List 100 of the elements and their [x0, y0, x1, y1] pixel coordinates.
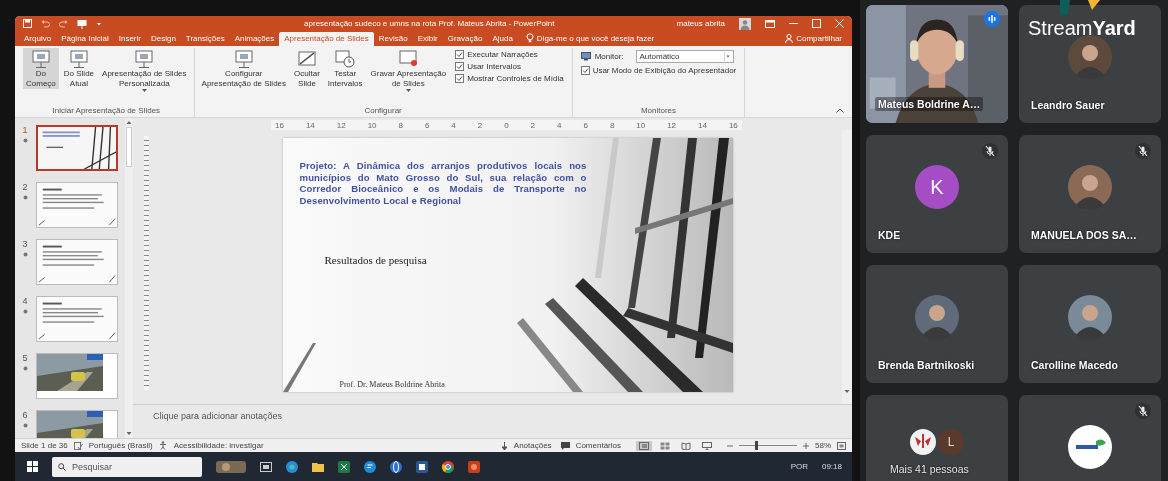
slide-title: Projeto: A Dinâmica dos arranjos produtivos locais nos municípios do Mato Grosso do Sul, sua relação com o Corredor Bioceânico e os Modais de Transporte no Desenvolvimento Local e Regional: [299, 160, 587, 206]
document-app-icon[interactable]: [416, 460, 428, 473]
slide-thumbnail[interactable]: [36, 182, 118, 228]
clock-time[interactable]: 09:18: [821, 462, 842, 471]
collapse-ribbon-icon[interactable]: [836, 108, 844, 113]
participant-tile[interactable]: Carolline Macedo: [1019, 265, 1161, 383]
scroll-down-icon[interactable]: [844, 389, 850, 394]
slide-footer: Prof. Dr. Mateus Boldrine Abrita: [339, 380, 733, 389]
ribbon-tab[interactable]: Arquivo: [19, 32, 57, 46]
close-icon[interactable]: [835, 19, 844, 28]
accessibility-status[interactable]: Acessibilidade: investigar: [173, 441, 264, 450]
save-icon[interactable]: [23, 19, 32, 28]
monitor-dropdown[interactable]: Automático: [635, 50, 734, 63]
ribbon-tab[interactable]: Transições: [180, 32, 230, 46]
transition-icon: [22, 423, 28, 428]
scroll-up-icon[interactable]: [126, 120, 132, 125]
fit-slide-icon[interactable]: [837, 441, 846, 450]
zoom-in-icon[interactable]: [803, 442, 809, 449]
scrollbar-thumb[interactable]: [126, 127, 132, 167]
slide-thumbnail[interactable]: [36, 125, 118, 171]
keyboard-language[interactable]: POR: [790, 462, 808, 471]
user-name[interactable]: mateus abrita: [676, 19, 725, 28]
ribbon-tab[interactable]: Exibir: [412, 32, 443, 46]
checkbox[interactable]: [455, 74, 465, 83]
redo-icon[interactable]: [59, 19, 68, 28]
view-button[interactable]: [699, 440, 715, 451]
chrome-icon[interactable]: [442, 460, 454, 473]
participant-tile[interactable]: Brenda Bartnikoski: [866, 265, 1008, 383]
ribbon-tab[interactable]: Design: [145, 32, 181, 46]
organization-logo-icon: [1068, 425, 1112, 469]
ribbon-button[interactable]: Testar Intervalos: [324, 48, 366, 90]
ribbon-button[interactable]: Apresentação de Slides Personalizada: [99, 48, 190, 95]
maximize-icon[interactable]: [812, 19, 821, 28]
language-label[interactable]: Português (Brasil): [88, 441, 153, 450]
presentation-icon[interactable]: [77, 18, 87, 29]
lightbulb-icon[interactable]: [525, 33, 534, 43]
folder-icon[interactable]: [312, 461, 324, 472]
accessibility-icon[interactable]: [158, 441, 168, 450]
person-icon[interactable]: [785, 34, 794, 43]
hidden-slide-icon: [295, 49, 318, 69]
ribbon-button[interactable]: Do Começo: [23, 48, 59, 90]
ribbon-button[interactable]: Configurar Apresentação de Slides: [198, 48, 290, 90]
slide-thumbnail[interactable]: [36, 353, 118, 399]
checkbox[interactable]: [580, 66, 590, 75]
checkbox[interactable]: [455, 62, 465, 71]
caret-icon[interactable]: [96, 20, 102, 27]
powerpoint-icon[interactable]: [468, 460, 480, 473]
globe-app-icon[interactable]: [390, 460, 402, 473]
projector-screen-icon: [133, 49, 156, 69]
ribbon-tab[interactable]: Inserir: [113, 32, 146, 46]
chat-app-icon[interactable]: [364, 460, 376, 473]
share-button[interactable]: Compartilhar: [793, 34, 848, 46]
ribbon-tab[interactable]: Revisão: [373, 32, 413, 46]
participant-tile[interactable]: [1019, 395, 1161, 481]
transition-icon: [22, 252, 28, 257]
participant-name: KDE: [878, 229, 901, 241]
participant-tile[interactable]: L Mais 41 pessoas: [866, 395, 1008, 481]
view-button[interactable]: [678, 440, 694, 451]
zoom-level[interactable]: 58%: [815, 441, 831, 450]
spreadsheet-icon[interactable]: [338, 460, 350, 473]
task-view-icon[interactable]: [260, 461, 272, 472]
participant-tile[interactable]: Mateus Boldrine A…: [866, 5, 1008, 123]
user-avatar-icon[interactable]: [739, 17, 751, 30]
zoom-slider-thumb[interactable]: [755, 441, 759, 450]
checkbox-label[interactable]: Mostrar Controles de Mídia: [467, 74, 564, 83]
scroll-down-icon[interactable]: [126, 431, 132, 436]
ribbon-tab[interactable]: Apresentação de Slides: [279, 32, 374, 46]
comment-icon[interactable]: [560, 441, 570, 450]
checkbox-label[interactable]: Usar Modo de Exibição do Apresentador: [592, 66, 737, 75]
slide-thumbnail[interactable]: [36, 296, 118, 342]
ribbon-button[interactable]: Gravar Apresentação de Slides: [367, 48, 450, 95]
notes-button[interactable]: Anotações: [513, 441, 555, 450]
browser-icon[interactable]: [286, 460, 298, 473]
search-field[interactable]: Pesquisar: [52, 456, 202, 477]
windows-logo-icon[interactable]: [27, 461, 38, 472]
search-icon[interactable]: [58, 462, 66, 471]
streamyard-logo: StreamYard: [1028, 18, 1136, 38]
checkbox[interactable]: [455, 50, 465, 59]
ribbon-display-icon[interactable]: [765, 19, 775, 28]
weather-icon[interactable]: [216, 460, 246, 473]
ribbon-tab[interactable]: Página Inicial: [56, 32, 114, 46]
participant-tile[interactable]: K KDE: [866, 135, 1008, 253]
checkbox-label[interactable]: Usar Intervalos: [467, 62, 521, 71]
comments-button[interactable]: Comentários: [575, 441, 624, 450]
participant-name: Mateus Boldrine A…: [875, 97, 984, 111]
undo-icon[interactable]: [41, 19, 50, 28]
ribbon-tab[interactable]: Ajuda: [487, 32, 518, 46]
slide-thumbnail[interactable]: [36, 239, 118, 285]
dropdown-caret-icon[interactable]: [723, 52, 732, 61]
group-label: Monitores: [639, 105, 677, 117]
ribbon-button[interactable]: Do Slide Atual: [60, 48, 98, 90]
checkbox-label[interactable]: Executar Narrações: [467, 50, 538, 59]
ribbon-button[interactable]: Ocultar Slide: [291, 48, 323, 90]
view-button[interactable]: [636, 440, 652, 451]
spelling-icon[interactable]: [73, 441, 83, 450]
notes-icon[interactable]: [500, 441, 508, 450]
ribbon-tab[interactable]: Animações: [229, 32, 280, 46]
participant-tile[interactable]: MANUELA DOS SA…: [1019, 135, 1161, 253]
ribbon-tab[interactable]: Gravação: [442, 32, 488, 46]
tell-me-field[interactable]: Diga-me o que você deseja fazer: [536, 34, 655, 46]
